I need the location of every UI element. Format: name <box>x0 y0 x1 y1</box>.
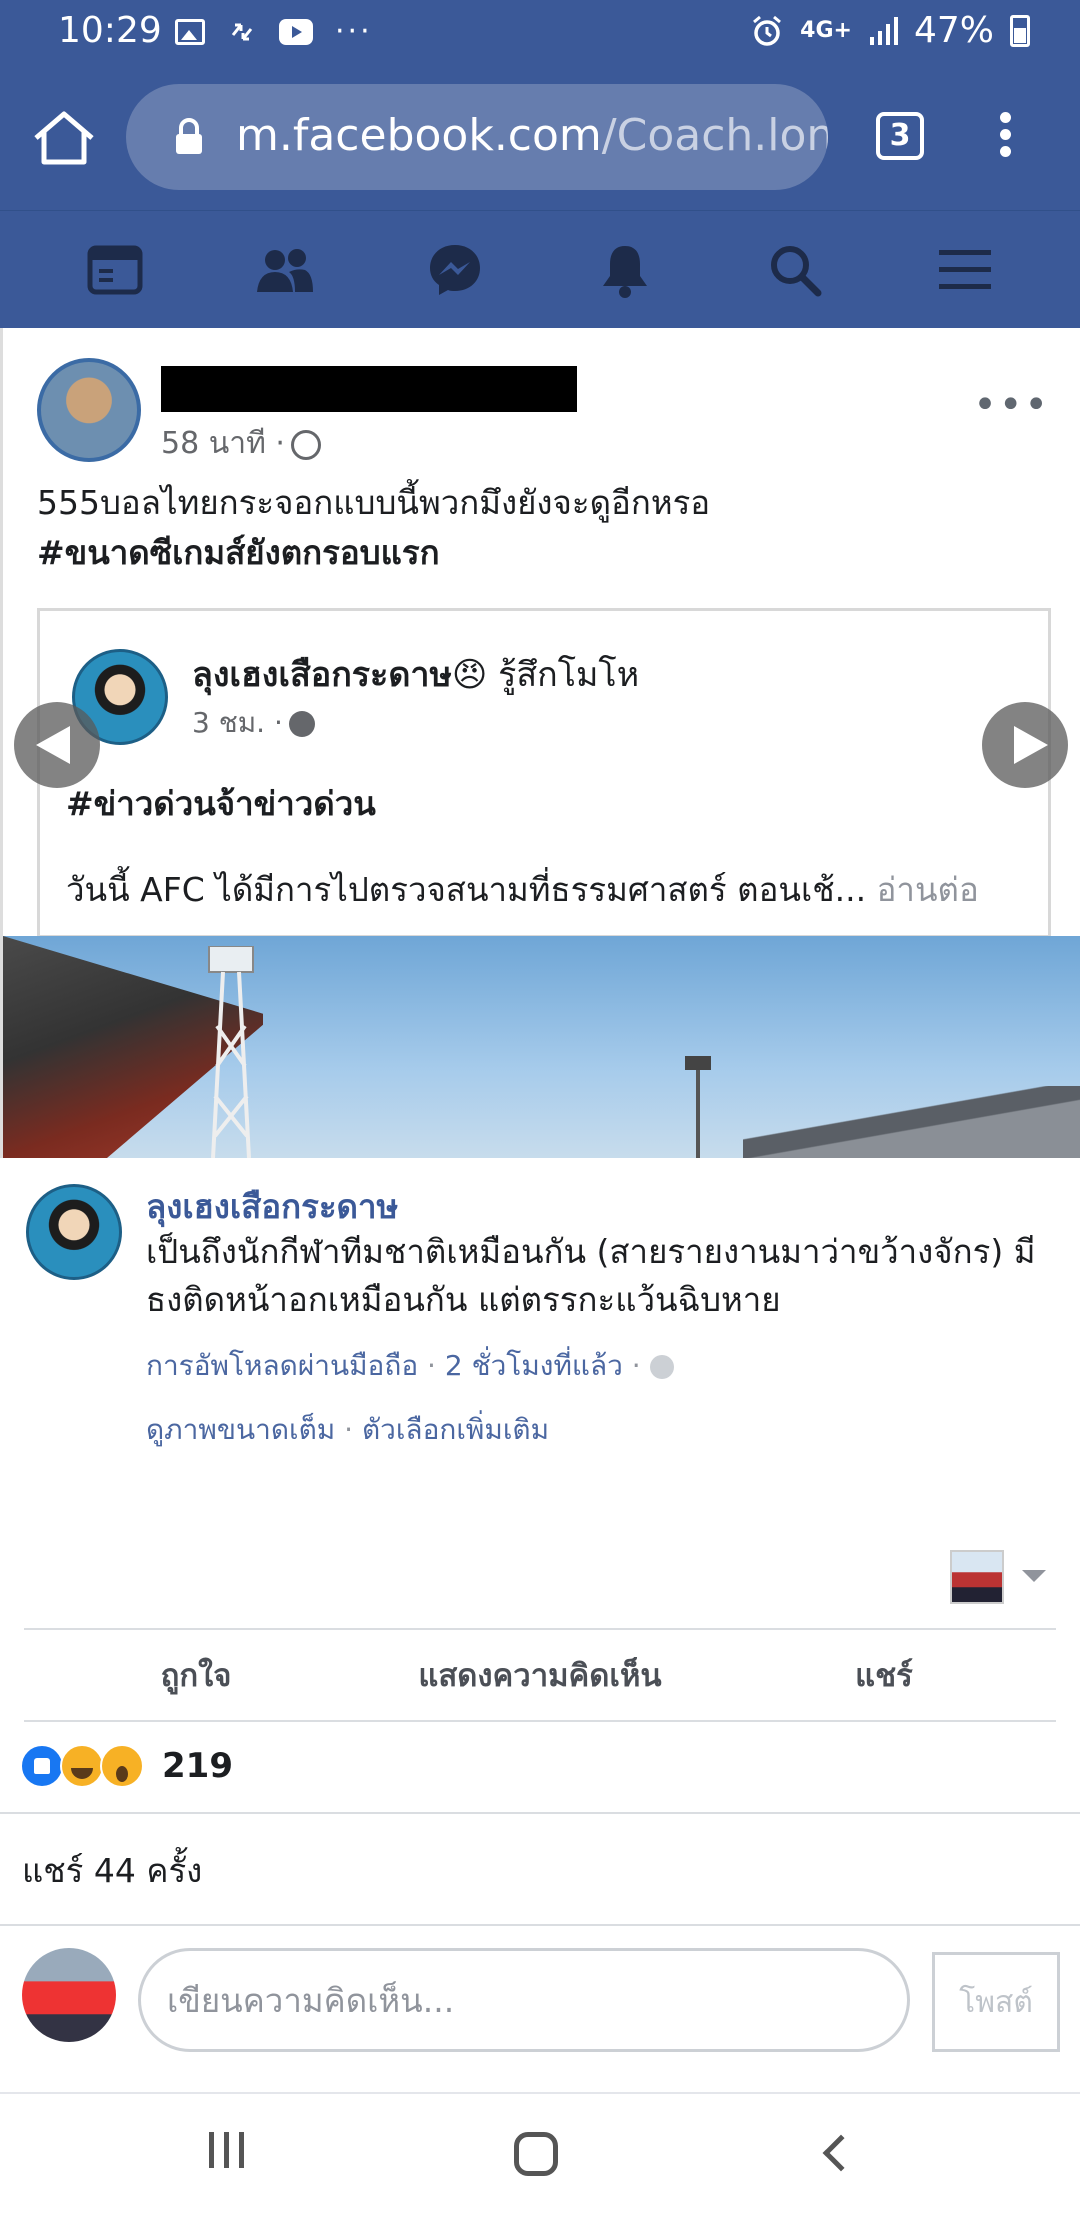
identity-avatar[interactable] <box>950 1550 1004 1604</box>
upload-source-link[interactable]: การอัพโหลดผ่านมือถือ <box>146 1349 418 1382</box>
status-bar: 10:29 ··· 4G+ 47% <box>0 0 1080 66</box>
alarm-icon <box>753 15 782 46</box>
embedded-time-text: 3 ชม. · <box>192 706 283 739</box>
system-nav-bar <box>0 2094 1080 2220</box>
search-icon[interactable] <box>750 225 840 315</box>
floodlight-tower <box>208 946 254 1158</box>
photo-post: 58 นาที · ••• 555บอลไทยกระจอกแบบนี้พวกมึ… <box>0 328 1080 1158</box>
upload-time[interactable]: 2 ชั่วโมงที่แล้ว <box>445 1349 623 1382</box>
caption-meta: การอัพโหลดผ่านมือถือ · 2 ชั่วโมงที่แล้ว … <box>146 1344 674 1388</box>
youtube-icon <box>279 18 313 45</box>
embedded-body: วันนี้ AFC ได้มีการไปตรวจสนามที่ธรรมศาสต… <box>66 863 979 916</box>
embedded-post: ลุงเฮงเสือกระดาษ😠 รู้สึกโมโห 3 ชม. · #ข่… <box>37 608 1051 938</box>
news-feed-icon[interactable] <box>70 225 160 315</box>
embedded-page-name: ลุงเฮงเสือกระดาษ <box>192 655 452 695</box>
url-path: /Coach.lon <box>601 110 828 161</box>
current-user-avatar <box>22 1948 116 2042</box>
url-text: m.facebook.com/Coach.lon <box>236 110 828 161</box>
post-time-text: 58 นาที · <box>161 426 285 461</box>
home-icon[interactable] <box>30 110 98 166</box>
embedded-hashtag: #ข่าวด่วนจ้าข่าวด่วน <box>66 784 376 823</box>
privacy-gear-icon <box>649 1355 674 1379</box>
browser-toolbar: m.facebook.com/Coach.lon 3 <box>0 66 1080 210</box>
battery-percent: 47% <box>913 10 994 51</box>
stadium-bridge <box>743 1086 1080 1158</box>
lock-icon <box>176 118 202 154</box>
post-text-line: 555บอลไทยกระจอกแบบนี้พวกมึงยังจะดูอีกหรอ <box>37 483 711 522</box>
home-button-icon[interactable] <box>506 2132 566 2182</box>
embedded-timestamp: 3 ชม. · <box>192 701 315 745</box>
tab-switcher-button[interactable]: 3 <box>876 112 924 160</box>
poster-avatar[interactable] <box>37 358 141 462</box>
comment-input[interactable] <box>138 1948 910 2052</box>
globe-icon <box>290 429 321 460</box>
comment-button[interactable]: แสดงความคิดเห็น <box>368 1650 712 1700</box>
recent-apps-icon[interactable] <box>204 2132 264 2182</box>
like-button[interactable]: ถูกใจ <box>24 1650 368 1700</box>
battery-icon <box>1010 14 1030 47</box>
url-domain: m.facebook.com <box>236 110 602 161</box>
image-icon <box>175 18 205 45</box>
photo-links: ดูภาพขนาดเต็ม · ตัวเลือกเพิ่มเติม <box>146 1413 550 1446</box>
photo-caption: ลุงเฮงเสือกระดาษ เป็นถึงนักกีฬาทีมชาติเห… <box>0 1158 1080 1628</box>
share-button[interactable]: แชร์ <box>712 1650 1056 1700</box>
stadium-photo <box>3 936 1080 1158</box>
post-hashtag[interactable]: #ขนาดซีเกมส์ยังตกรอบแรก <box>37 528 1037 578</box>
more-options-link[interactable]: ตัวเลือกเพิ่มเติม <box>362 1413 549 1446</box>
embedded-body-text: วันนี้ AFC ได้มีการไปตรวจสนามที่ธรรมศาสต… <box>66 870 867 909</box>
page-name-link[interactable]: ลุงเฮงเสือกระดาษ <box>146 1180 398 1233</box>
more-notifications-icon: ··· <box>335 14 373 49</box>
comment-composer: โพสต์ <box>0 1926 1080 2094</box>
reaction-icons <box>20 1744 144 1788</box>
network-type: 4G+ <box>800 17 852 43</box>
facebook-nav-bar <box>0 210 1080 328</box>
clock: 10:29 <box>58 10 162 51</box>
post-actions: ถูกใจ แสดงความคิดเห็น แชร์ <box>24 1628 1056 1722</box>
sync-icon <box>231 23 253 40</box>
post-comment-button[interactable]: โพสต์ <box>932 1952 1060 2052</box>
reactions-summary[interactable]: 219 <box>0 1722 1080 1814</box>
wow-reaction-icon <box>100 1744 144 1788</box>
floodlight-tower-far <box>685 1056 711 1158</box>
reaction-count: 219 <box>162 1746 233 1786</box>
share-summary[interactable]: แชร์ 44 ครั้ง <box>0 1814 1080 1926</box>
chevron-down-icon[interactable] <box>1022 1570 1046 1582</box>
caption-text: เป็นถึงนักกีฬาทีมชาติเหมือนกัน (สายรายงา… <box>146 1232 1036 1319</box>
post-timestamp: 58 นาที · <box>161 420 321 467</box>
browser-menu-icon[interactable] <box>990 106 1020 170</box>
page-avatar[interactable] <box>26 1184 122 1280</box>
embedded-page-title: ลุงเฮงเสือกระดาษ😠 รู้สึกโมโห <box>192 647 639 701</box>
feeling-label: 😠 รู้สึกโมโห <box>451 655 640 695</box>
like-reaction-icon <box>20 1744 64 1788</box>
next-photo-button[interactable] <box>982 702 1068 788</box>
view-full-size-link[interactable]: ดูภาพขนาดเต็ม <box>146 1413 335 1446</box>
back-icon[interactable] <box>814 2132 874 2182</box>
poster-name-redacted <box>161 366 577 412</box>
gear-icon <box>288 711 315 737</box>
embedded-read-more: อ่านต่อ <box>866 870 979 909</box>
post-options-icon[interactable]: ••• <box>973 382 1050 428</box>
post-text: 555บอลไทยกระจอกแบบนี้พวกมึงยังจะดูอีกหรอ… <box>37 478 1037 578</box>
friends-icon[interactable] <box>240 225 330 315</box>
notifications-icon[interactable] <box>580 225 670 315</box>
url-bar[interactable]: m.facebook.com/Coach.lon <box>126 84 828 190</box>
previous-photo-button[interactable] <box>14 702 100 788</box>
menu-icon[interactable] <box>920 225 1010 315</box>
haha-reaction-icon <box>60 1744 104 1788</box>
signal-icon <box>869 16 898 45</box>
share-count: แชร์ 44 ครั้ง <box>22 1851 203 1890</box>
messenger-icon[interactable] <box>410 225 500 315</box>
